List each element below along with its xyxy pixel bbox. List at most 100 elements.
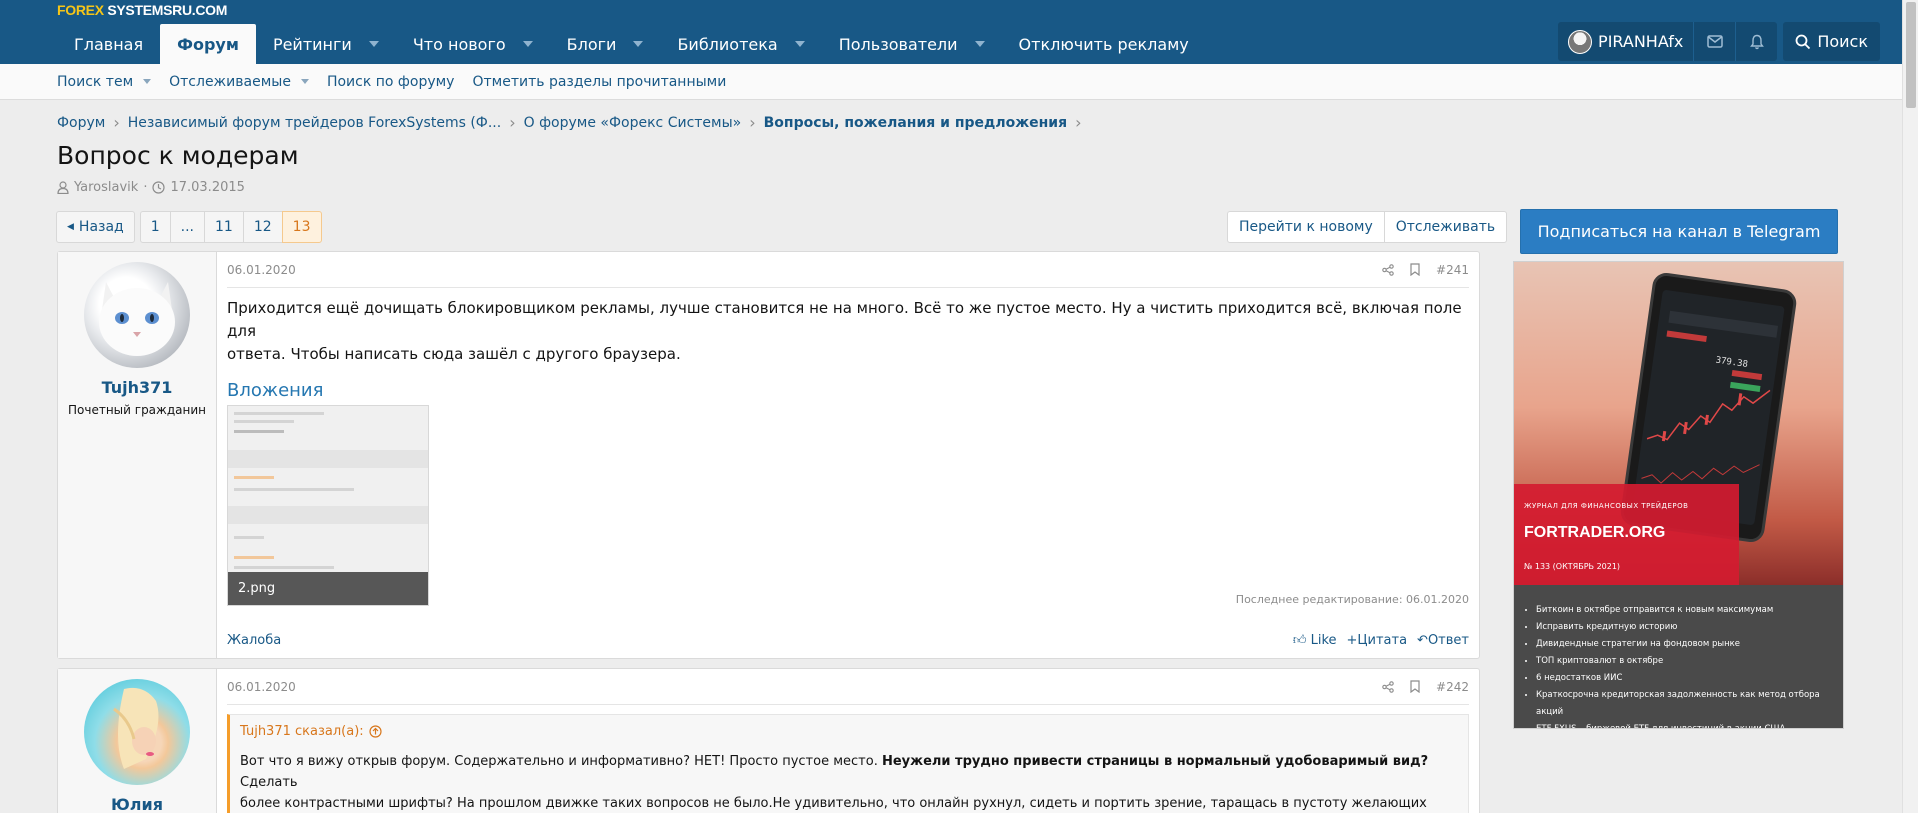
watch-thread-button[interactable]: Отслеживать bbox=[1383, 211, 1508, 243]
thumb-detail bbox=[234, 430, 284, 433]
scrollbar-thumb[interactable] bbox=[1906, 2, 1916, 108]
goto-new-button[interactable]: Перейти к новому bbox=[1227, 211, 1385, 243]
reply-label: Ответ bbox=[1427, 633, 1469, 648]
attachments-heading: Вложения bbox=[227, 380, 324, 401]
chevron-down-icon[interactable] bbox=[368, 41, 379, 47]
chevron-down-icon[interactable] bbox=[522, 41, 533, 47]
nav-item-library[interactable]: Библиотека bbox=[660, 24, 821, 64]
search-label: Поиск bbox=[1817, 32, 1868, 51]
user-title: Почетный гражданин bbox=[68, 403, 206, 417]
attachment-filename: 2.png bbox=[228, 572, 428, 605]
post-header: 06.01.2020 #242 bbox=[227, 669, 1469, 705]
arrow-up-circle-icon[interactable] bbox=[369, 725, 382, 738]
thread-author[interactable]: Yaroslavik bbox=[74, 180, 138, 195]
page-link[interactable]: 12 bbox=[242, 211, 283, 243]
chevron-down-icon[interactable] bbox=[974, 41, 985, 47]
chevron-down-icon[interactable] bbox=[633, 41, 644, 47]
bell-icon bbox=[1749, 34, 1764, 49]
subnav-mark-read[interactable]: Отметить разделы прочитанными bbox=[472, 74, 726, 90]
post-content: 06.01.2020 #241 Приходится ещё дочищать … bbox=[217, 252, 1479, 658]
bookmark-icon[interactable] bbox=[1410, 263, 1420, 276]
breadcrumb-item-questions[interactable]: Вопросы, пожелания и предложения bbox=[764, 115, 1067, 131]
like-button[interactable]: 👍︎ Like bbox=[1293, 633, 1337, 648]
post-date[interactable]: 06.01.2020 bbox=[227, 263, 296, 277]
subnav-find-threads[interactable]: Поиск тем bbox=[57, 74, 152, 90]
thumbs-up-icon: 👍︎ bbox=[1292, 633, 1307, 648]
post-date[interactable]: 06.01.2020 bbox=[227, 680, 296, 694]
subnav-search-forums[interactable]: Поиск по форуму bbox=[327, 74, 455, 90]
post-number[interactable]: #242 bbox=[1436, 680, 1469, 694]
last-edited-note: Последнее редактирование: 06.01.2020 bbox=[1235, 593, 1469, 606]
thumb-detail bbox=[234, 412, 324, 415]
site-logo[interactable]: FOREX SYSTEMSRU.COM bbox=[57, 2, 227, 18]
conversations-button[interactable] bbox=[1693, 22, 1735, 61]
quote-header[interactable]: Tujh371 сказал(а): bbox=[230, 715, 1468, 745]
page-link-current[interactable]: 13 bbox=[281, 211, 322, 243]
logo-part-forex: FOREX bbox=[57, 2, 104, 18]
chevron-right-icon: › bbox=[1075, 113, 1082, 132]
nav-item-ratings[interactable]: Рейтинги bbox=[256, 24, 396, 64]
chevron-down-icon[interactable] bbox=[300, 79, 309, 84]
thumb-detail bbox=[234, 420, 294, 423]
report-link[interactable]: Жалоба bbox=[227, 633, 281, 648]
quote-author: Tujh371 сказал(а): bbox=[240, 724, 364, 739]
fortrader-ad-banner[interactable]: 379.38 ЖУРНАЛ ДЛЯ ФИНАНСОВЫХ ТРЕЙДЕРОВ F… bbox=[1513, 261, 1844, 729]
share-icon[interactable] bbox=[1382, 263, 1394, 276]
reply-button[interactable]: ↶Ответ bbox=[1417, 633, 1469, 648]
quote-label: Цитата bbox=[1357, 633, 1408, 648]
search-button[interactable]: Поиск bbox=[1783, 22, 1880, 61]
nav-item-forum[interactable]: Форум bbox=[160, 24, 256, 64]
thread-actions: Перейти к новому Отслеживать bbox=[1227, 211, 1508, 243]
meta-separator: · bbox=[143, 180, 148, 195]
prev-page-button[interactable]: ◀ Назад bbox=[56, 211, 135, 243]
ad-kicker: ЖУРНАЛ ДЛЯ ФИНАНСОВЫХ ТРЕЙДЕРОВ bbox=[1524, 502, 1689, 510]
chevron-right-icon: › bbox=[509, 113, 516, 132]
subnav-watched[interactable]: Отслеживаемые bbox=[169, 74, 309, 90]
thumb-detail bbox=[228, 506, 428, 524]
attachment-thumbnail[interactable]: 2.png bbox=[227, 405, 429, 606]
page-link[interactable]: 11 bbox=[204, 211, 244, 243]
post-header-tools: #242 bbox=[1382, 680, 1469, 694]
cat-avatar-icon bbox=[99, 282, 175, 356]
avatar[interactable] bbox=[84, 679, 190, 785]
ad-article-item: ETF FXUS – биржевой ETF для инвестиций в… bbox=[1536, 721, 1843, 728]
anime-avatar-icon bbox=[113, 687, 159, 769]
alerts-button[interactable] bbox=[1735, 22, 1777, 61]
chevron-down-icon[interactable] bbox=[794, 41, 805, 47]
search-icon bbox=[1795, 34, 1811, 49]
subnav-label: Поиск по форуму bbox=[326, 73, 455, 90]
chevron-down-icon[interactable] bbox=[143, 79, 152, 84]
post: Юлия 06.01.2020 #242 Tujh371 сказал(а): … bbox=[57, 668, 1480, 813]
post-number[interactable]: #241 bbox=[1436, 263, 1469, 277]
nav-item-disable-ads[interactable]: Отключить рекламу bbox=[1002, 24, 1206, 64]
avatar[interactable] bbox=[84, 262, 190, 368]
account-menu[interactable]: PIRANHAfx bbox=[1558, 22, 1693, 61]
quote-text: Вот что я вижу открыв форум. Содержатель… bbox=[230, 745, 1468, 813]
ad-article-item: Краткосрочна кредиторская задолженность … bbox=[1536, 687, 1843, 721]
post-username[interactable]: Tujh371 bbox=[58, 378, 216, 397]
share-icon[interactable] bbox=[1382, 680, 1394, 693]
telegram-subscribe-button[interactable]: Подписаться на канал в Telegram bbox=[1520, 209, 1838, 254]
thumb-detail bbox=[234, 566, 334, 569]
page-link[interactable]: 1 bbox=[139, 211, 171, 243]
post-username[interactable]: Юлия bbox=[58, 795, 216, 813]
thumb-detail bbox=[234, 476, 274, 479]
nav-item-home[interactable]: Главная bbox=[57, 24, 160, 64]
breadcrumb-item-forum[interactable]: Форум bbox=[57, 115, 105, 131]
page-ellipsis[interactable]: ... bbox=[169, 211, 206, 243]
nav-label: Главная bbox=[74, 34, 144, 54]
breadcrumb-item-independent-forum[interactable]: Независимый форум трейдеров ForexSystems… bbox=[128, 115, 501, 131]
nav-item-blogs[interactable]: Блоги bbox=[550, 24, 661, 64]
quote-button[interactable]: +Цитата bbox=[1347, 633, 1408, 648]
subnav-label: Отслеживаемые bbox=[169, 73, 291, 90]
reply-icon: ↶ bbox=[1417, 633, 1428, 648]
page-scrollbar[interactable] bbox=[1902, 0, 1918, 813]
logo-part-domain: SYSTEMSRU.COM bbox=[103, 2, 228, 18]
ad-brand: FORTRADER.ORG bbox=[1524, 524, 1666, 541]
thread-date[interactable]: 17.03.2015 bbox=[170, 180, 244, 195]
nav-item-users[interactable]: Пользователи bbox=[822, 24, 1002, 64]
nav-item-whats-new[interactable]: Что нового bbox=[396, 24, 550, 64]
bookmark-icon[interactable] bbox=[1410, 680, 1420, 693]
top-navigation-bar: FOREX SYSTEMSRU.COM Главная Форум Рейтин… bbox=[0, 0, 1902, 64]
breadcrumb-item-about-forum[interactable]: О форуме «Форекс Системы» bbox=[524, 115, 742, 131]
